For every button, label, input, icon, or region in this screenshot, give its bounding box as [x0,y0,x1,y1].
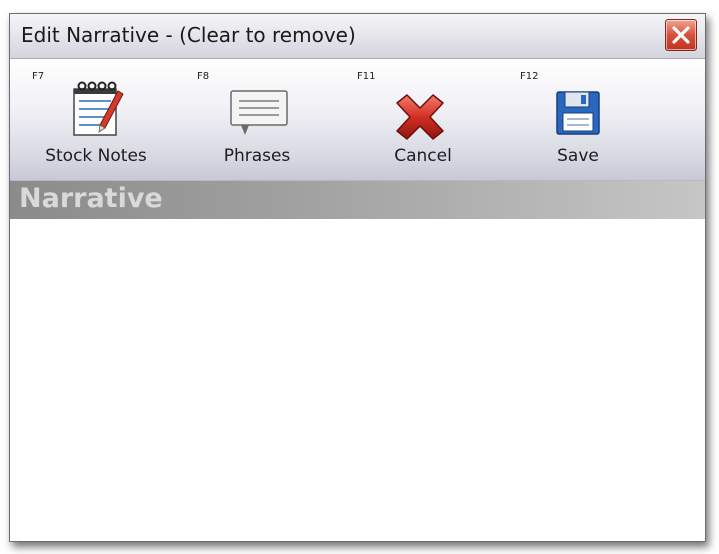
stock-notes-shortcut: F7 [32,71,45,82]
cancel-label: Cancel [394,146,452,166]
cancel-button[interactable]: F11 Cancel [357,59,497,181]
phrases-label: Phrases [223,146,291,166]
narrative-section-header: Narrative [10,181,705,219]
title-bar[interactable]: Edit Narrative - (Clear to remove) [10,14,705,59]
stock-notes-button[interactable]: F7 Stock Notes [26,59,166,181]
notepad-icon [73,81,124,136]
narrative-text-area[interactable] [10,219,705,541]
speech-bubble-icon [230,90,288,135]
toolbar: F7 Stock Notes F8 Phrases F11 Cancel F12… [10,59,705,181]
section-title: Narrative [19,183,163,214]
floppy-disk-icon [556,91,600,135]
edit-narrative-dialog: Edit Narrative - (Clear to remove) F7 St… [9,13,706,542]
window-title: Edit Narrative - (Clear to remove) [21,23,356,47]
cancel-shortcut: F11 [357,71,376,82]
close-button[interactable] [665,19,697,51]
save-label: Save [557,146,599,166]
phrases-shortcut: F8 [197,71,210,82]
narrative-text-area-container [10,219,705,541]
save-button[interactable]: F12 Save [520,59,660,181]
save-shortcut: F12 [520,71,539,82]
close-icon [672,26,690,44]
stock-notes-label: Stock Notes [45,146,147,166]
red-x-icon [396,94,444,140]
phrases-button[interactable]: F8 Phrases [197,59,337,181]
